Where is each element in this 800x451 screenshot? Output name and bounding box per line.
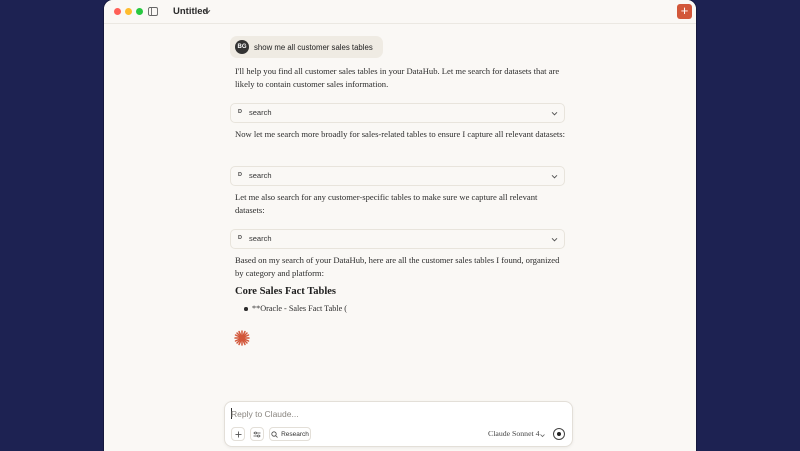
tool-call-search[interactable]: D search xyxy=(230,166,565,186)
model-selector[interactable]: Claude Sonnet 4 xyxy=(488,429,540,438)
tool-name: search xyxy=(249,108,272,117)
section-heading: Core Sales Fact Tables xyxy=(235,286,337,297)
minimize-window-button[interactable] xyxy=(125,8,132,15)
assistant-paragraph: I'll help you find all customer sales ta… xyxy=(235,66,560,89)
tool-call-search[interactable]: D search xyxy=(230,229,565,249)
assistant-paragraph: Based on my search of your DataHub, here… xyxy=(235,255,560,278)
bullet-list: **Oracle - Sales Fact Table ( xyxy=(244,303,564,315)
add-attachment-button[interactable] xyxy=(231,427,245,441)
voice-mode-button[interactable] xyxy=(553,428,565,440)
plus-icon xyxy=(235,431,241,437)
tool-name: search xyxy=(249,234,272,243)
chevron-down-icon[interactable] xyxy=(551,110,558,117)
title-bar: Untitled + xyxy=(104,0,696,24)
research-button[interactable]: Research xyxy=(269,427,311,441)
chevron-down-icon[interactable] xyxy=(551,236,558,243)
chevron-down-icon[interactable] xyxy=(540,433,545,438)
assistant-paragraph: Let me also search for any customer-spec… xyxy=(235,192,538,215)
sliders-icon xyxy=(253,431,261,437)
tool-name: search xyxy=(249,171,272,180)
chevron-down-icon[interactable] xyxy=(551,173,558,180)
reply-input[interactable] xyxy=(231,407,531,421)
reply-composer: Research Claude Sonnet 4 xyxy=(224,401,573,447)
datahub-icon: D xyxy=(238,109,242,115)
research-label: Research xyxy=(281,430,309,438)
zoom-window-button[interactable] xyxy=(136,8,143,15)
close-window-button[interactable] xyxy=(114,8,121,15)
avatar: BG xyxy=(235,40,249,54)
new-chat-button[interactable]: + xyxy=(677,4,692,19)
list-item: **Oracle - Sales Fact Table ( xyxy=(244,303,564,315)
record-icon xyxy=(557,432,561,436)
claude-spark-icon xyxy=(234,330,250,346)
search-icon xyxy=(271,430,278,438)
datahub-icon: D xyxy=(238,172,242,178)
user-message-text: show me all customer sales tables xyxy=(254,42,373,52)
tools-button[interactable] xyxy=(250,427,264,441)
chevron-down-icon[interactable] xyxy=(204,8,211,15)
tool-call-search[interactable]: D search xyxy=(230,103,565,123)
app-window: Untitled + BG show me all customer sales… xyxy=(104,0,696,451)
datahub-icon: D xyxy=(238,235,242,241)
user-message: BG show me all customer sales tables xyxy=(230,36,383,58)
sidebar-toggle-icon[interactable] xyxy=(148,7,158,16)
assistant-paragraph: Now let me search more broadly for sales… xyxy=(235,129,566,139)
